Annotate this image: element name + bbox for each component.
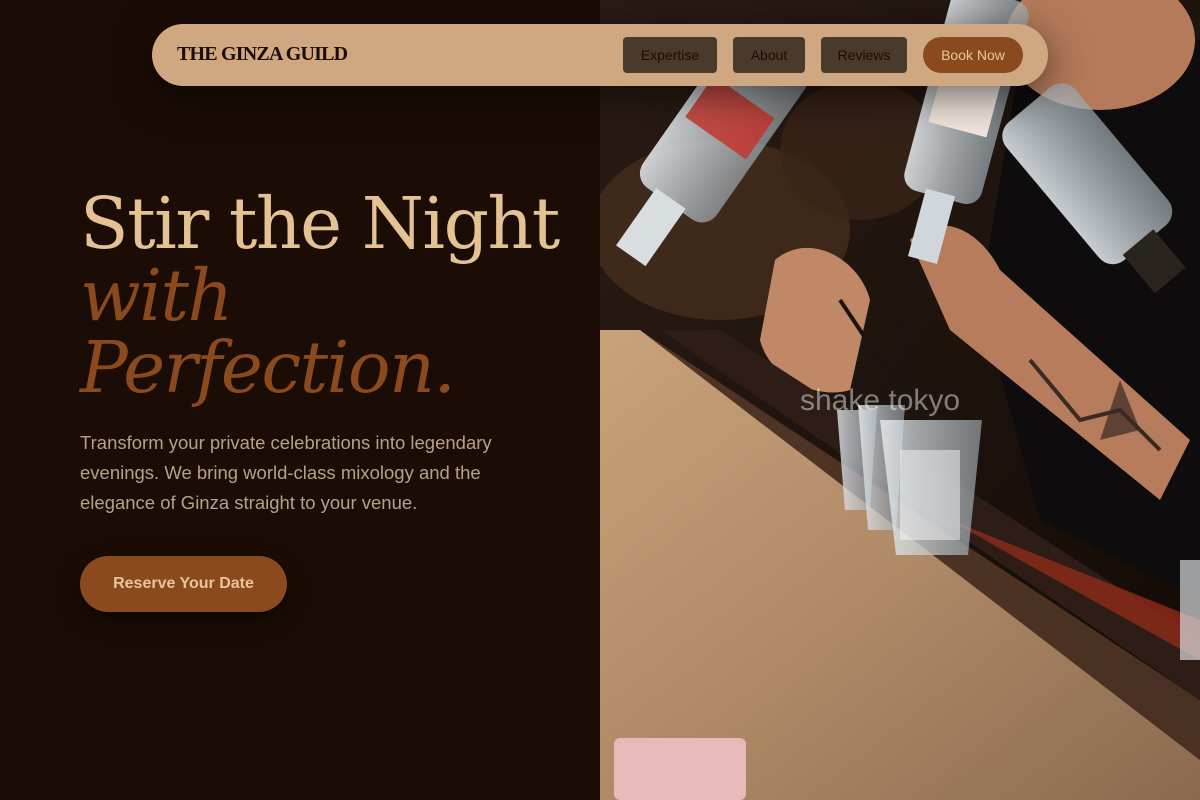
image-watermark: shake tokyo xyxy=(800,384,961,417)
hero-title: Stir the Night with Perfection. xyxy=(80,188,580,404)
reserve-date-button[interactable]: Reserve Your Date xyxy=(80,556,287,612)
brand-logo-text[interactable]: THE GINZA GUILD xyxy=(177,43,348,66)
nav-reviews-link[interactable]: Reviews xyxy=(821,37,907,73)
book-now-button[interactable]: Book Now xyxy=(923,37,1023,73)
hero-description: Transform your private celebrations into… xyxy=(80,432,492,513)
hero-title-line-2: with xyxy=(80,254,233,337)
hero-title-line-1: Stir the Night xyxy=(80,182,560,265)
nav-about-link[interactable]: About xyxy=(733,37,805,73)
hero-title-line-3: Perfection. xyxy=(80,326,456,409)
nav-expertise-link[interactable]: Expertise xyxy=(623,37,717,73)
top-navigation-bar: THE GINZA GUILD Expertise About Reviews … xyxy=(152,24,1048,86)
